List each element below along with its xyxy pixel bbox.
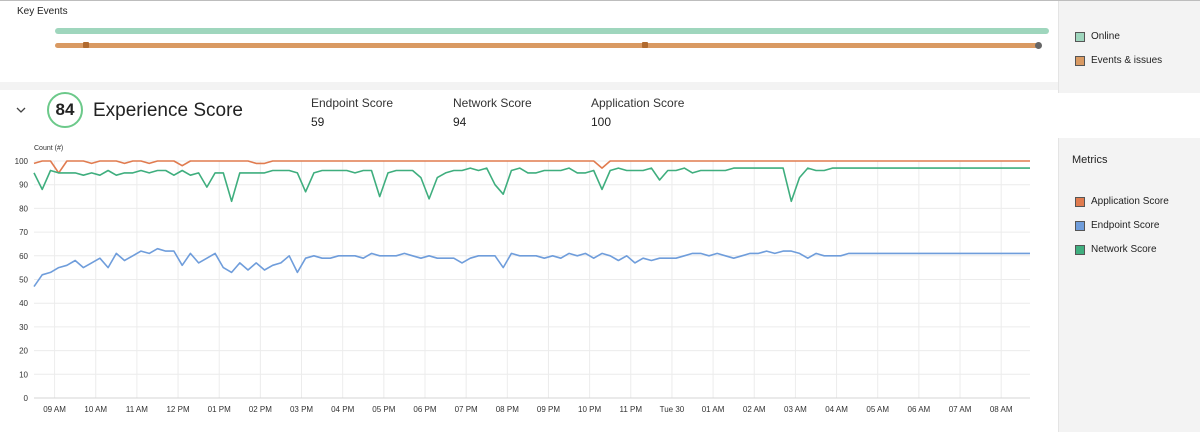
- legend-label: Endpoint Score: [1091, 220, 1160, 231]
- application-score-swatch: [1075, 196, 1085, 207]
- y-tick-label: 0: [24, 394, 29, 403]
- legend-label: Application Score: [1091, 196, 1169, 207]
- x-tick-label: 10 PM: [578, 405, 601, 414]
- y-tick-label: 10: [19, 370, 28, 379]
- x-tick-label: 10 AM: [84, 405, 107, 414]
- x-tick-label: 02 PM: [249, 405, 272, 414]
- online-swatch: [1075, 31, 1085, 42]
- experience-score-chart: Count (#) 0 10 20 30 40 50 60 70 80 90 100 09 AM 10 …: [0, 140, 1056, 432]
- metric-label: Application Score: [591, 96, 685, 110]
- x-tick-label: 12 PM: [166, 405, 189, 414]
- x-tick-label: 06 PM: [413, 405, 436, 414]
- legend-label: Network Score: [1091, 244, 1157, 255]
- application-score-metric: Application Score 100: [591, 96, 684, 129]
- x-tick-label: Tue 30: [660, 405, 685, 414]
- metrics-legend-panel: Metrics Application Score Endpoint Score…: [1058, 138, 1200, 432]
- experience-score-badge: 84: [47, 92, 83, 128]
- network-score-swatch: [1075, 244, 1085, 255]
- timeline-end-marker: [1035, 42, 1042, 49]
- legend-item-events[interactable]: Events & issues: [1075, 55, 1162, 66]
- metrics-title: Metrics: [1072, 154, 1108, 166]
- key-events-legend: Online Events & issues: [1058, 1, 1200, 93]
- legend-item-application-score[interactable]: Application Score: [1075, 196, 1169, 207]
- y-tick-label: 20: [19, 347, 28, 356]
- x-tick-label: 09 PM: [537, 405, 560, 414]
- endpoint-score-swatch: [1075, 220, 1085, 231]
- x-tick-label: 11 PM: [620, 405, 643, 414]
- network-score-metric: Network Score 94: [453, 96, 532, 129]
- x-tick-label: 07 PM: [455, 405, 478, 414]
- metric-label: Network Score: [453, 96, 532, 110]
- event-marker[interactable]: [83, 42, 89, 48]
- x-tick-label: 05 PM: [372, 405, 395, 414]
- chevron-down-icon[interactable]: [15, 104, 27, 116]
- legend-item-online[interactable]: Online: [1075, 31, 1120, 42]
- legend-label: Online: [1091, 31, 1120, 42]
- x-tick-label: 08 PM: [496, 405, 519, 414]
- x-tick-label: 04 AM: [825, 405, 848, 414]
- y-tick-label: 100: [15, 157, 29, 166]
- metric-value: 100: [591, 115, 612, 129]
- x-tick-label: 09 AM: [43, 405, 66, 414]
- x-tick-label: 04 PM: [331, 405, 354, 414]
- endpoint-score-line: [33, 247, 1030, 288]
- y-tick-label: 90: [19, 181, 28, 190]
- y-tick-label: 70: [19, 228, 28, 237]
- legend-item-endpoint-score[interactable]: Endpoint Score: [1075, 220, 1159, 231]
- endpoint-score-metric: Endpoint Score 59: [311, 96, 393, 129]
- y-tick-label: 60: [19, 252, 28, 261]
- events-swatch: [1075, 55, 1085, 66]
- events-timeline-bar[interactable]: [55, 42, 1039, 48]
- key-events-title: Key Events: [17, 6, 68, 17]
- legend-item-network-score[interactable]: Network Score: [1075, 244, 1157, 255]
- metric-label: Endpoint Score: [311, 96, 394, 110]
- event-marker[interactable]: [642, 42, 648, 48]
- x-tick-label: 06 AM: [908, 405, 931, 414]
- x-tick-label: 03 PM: [290, 405, 313, 414]
- x-tick-label: 03 AM: [784, 405, 807, 414]
- legend-label: Events & issues: [1091, 55, 1163, 66]
- x-tick-label: 01 PM: [208, 405, 231, 414]
- x-tick-label: 08 AM: [990, 405, 1013, 414]
- y-tick-label: 40: [19, 299, 28, 308]
- metric-value: 59: [311, 115, 325, 129]
- section-separator: [0, 82, 1058, 90]
- y-tick-label: 50: [19, 276, 28, 285]
- x-tick-label: 05 AM: [866, 405, 889, 414]
- metric-value: 94: [453, 115, 467, 129]
- x-tick-label: 01 AM: [702, 405, 725, 414]
- online-timeline-bar[interactable]: [55, 28, 1049, 34]
- x-tick-label: 07 AM: [949, 405, 972, 414]
- experience-score-title: Experience Score: [93, 100, 243, 121]
- x-tick-label: 02 AM: [743, 405, 766, 414]
- y-tick-label: 30: [19, 323, 28, 332]
- chart-canvas[interactable]: 0 10 20 30 40 50 60 70 80 90 100 09 AM 10 AM 11 AM 12 …: [0, 140, 1056, 432]
- key-events-panel: Key Events: [0, 1, 1058, 81]
- x-tick-label: 11 AM: [126, 405, 148, 414]
- y-tick-label: 80: [19, 204, 28, 213]
- experience-score-header: 84 Experience Score Endpoint Score 59 Ne…: [0, 90, 1058, 136]
